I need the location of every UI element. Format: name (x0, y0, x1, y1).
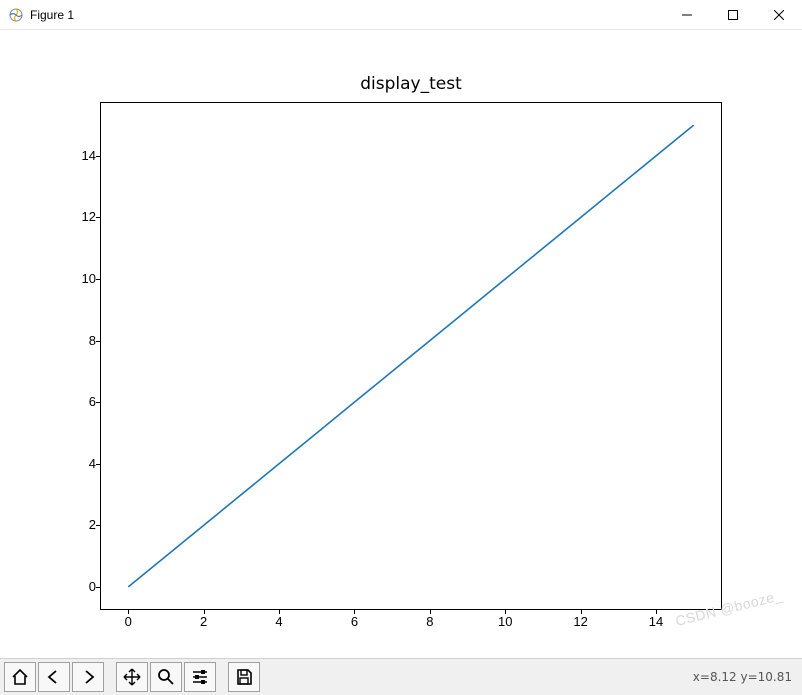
x-tick-label: 0 (113, 614, 143, 629)
y-tick-label: 4 (56, 456, 96, 471)
figure-window: Figure 1 display_test 0 2 4 6 8 10 12 14 0 2 4 6 8 1… (0, 0, 802, 695)
line-series-0 (100, 102, 722, 610)
back-button[interactable] (38, 662, 70, 692)
x-tick-label: 6 (339, 614, 369, 629)
x-tick-label: 2 (189, 614, 219, 629)
y-tick-label: 12 (56, 209, 96, 224)
y-tick-label: 0 (56, 579, 96, 594)
close-button[interactable] (756, 0, 802, 30)
x-tick-label: 8 (415, 614, 445, 629)
plot-canvas[interactable]: display_test 02468101214 02468101214 CSD… (0, 30, 802, 658)
subplots-button[interactable] (184, 662, 216, 692)
x-tick-mark (354, 610, 355, 614)
x-tick-mark (656, 610, 657, 614)
y-tick-mark (96, 525, 100, 526)
save-button[interactable] (228, 662, 260, 692)
app-icon (8, 7, 24, 23)
y-tick-label: 8 (56, 333, 96, 348)
home-button[interactable] (4, 662, 36, 692)
y-tick-label: 6 (56, 394, 96, 409)
x-tick-mark (128, 610, 129, 614)
forward-button[interactable] (72, 662, 104, 692)
y-tick-label: 14 (56, 148, 96, 163)
y-tick-label: 10 (56, 271, 96, 286)
nav-toolbar: x=8.12 y=10.81 (0, 658, 802, 695)
y-tick-mark (96, 464, 100, 465)
chart-title: display_test (100, 74, 722, 94)
y-tick-mark (96, 341, 100, 342)
x-tick-mark (430, 610, 431, 614)
x-tick-label: 10 (490, 614, 520, 629)
y-tick-mark (96, 217, 100, 218)
zoom-button[interactable] (150, 662, 182, 692)
x-tick-label: 12 (566, 614, 596, 629)
x-tick-label: 4 (264, 614, 294, 629)
cursor-coord: x=8.12 y=10.81 (693, 670, 798, 684)
y-tick-label: 2 (56, 517, 96, 532)
x-tick-label: 14 (641, 614, 671, 629)
y-tick-mark (96, 402, 100, 403)
window-title: Figure 1 (30, 8, 74, 22)
titlebar: Figure 1 (0, 0, 802, 30)
pan-button[interactable] (116, 662, 148, 692)
x-tick-mark (505, 610, 506, 614)
x-tick-mark (279, 610, 280, 614)
y-tick-mark (96, 156, 100, 157)
minimize-button[interactable] (664, 0, 710, 30)
y-tick-mark (96, 279, 100, 280)
x-tick-mark (581, 610, 582, 614)
y-tick-mark (96, 587, 100, 588)
x-tick-mark (204, 610, 205, 614)
maximize-button[interactable] (710, 0, 756, 30)
